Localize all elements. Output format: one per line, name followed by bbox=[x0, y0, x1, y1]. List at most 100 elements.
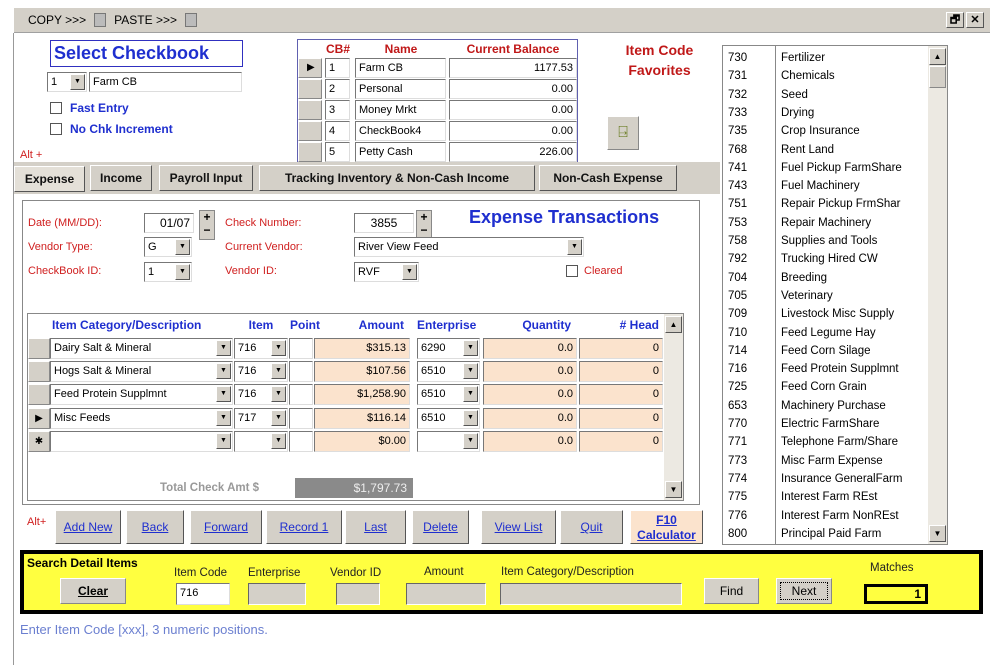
category-select[interactable]: Misc Feeds ▼ bbox=[50, 407, 233, 429]
item-select[interactable]: 716 ▼ bbox=[234, 384, 288, 406]
enterprise-select[interactable]: 6510 ▼ bbox=[417, 407, 480, 429]
cb-name[interactable]: Petty Cash bbox=[355, 142, 446, 162]
favorite-item[interactable]: 716 Feed Protein Supplmnt bbox=[723, 360, 928, 378]
favorites-scrollbar[interactable]: ▲ ▼ bbox=[928, 46, 947, 544]
favorite-item[interactable]: 743 Fuel Machinery bbox=[723, 177, 928, 195]
row-selector[interactable]: ▶ bbox=[28, 407, 50, 429]
row-selector[interactable] bbox=[28, 361, 50, 383]
cb-balance[interactable]: 0.00 bbox=[449, 121, 577, 141]
row-selector[interactable] bbox=[298, 121, 322, 141]
no-chk-increment-checkbox[interactable] bbox=[50, 123, 62, 135]
enterprise-select[interactable]: ▼ bbox=[417, 430, 480, 452]
check-number-input[interactable]: 3855 bbox=[354, 213, 414, 233]
favorite-item[interactable]: 768 Rent Land bbox=[723, 141, 928, 159]
chevron-down-icon[interactable]: ▼ bbox=[402, 264, 417, 280]
favorite-item[interactable]: 735 Crop Insurance bbox=[723, 122, 928, 140]
chevron-down-icon[interactable]: ▼ bbox=[216, 363, 231, 380]
view-list-button[interactable]: View List bbox=[481, 510, 556, 544]
amount-input[interactable]: $116.14 bbox=[314, 407, 410, 429]
check-number-spinner[interactable]: + − bbox=[416, 210, 432, 240]
item-select[interactable]: 716 ▼ bbox=[234, 338, 288, 359]
chevron-down-icon[interactable]: ▼ bbox=[271, 409, 286, 426]
favorite-item[interactable]: 725 Feed Corn Grain bbox=[723, 378, 928, 396]
cleared-checkbox[interactable] bbox=[566, 265, 578, 277]
quantity-input[interactable]: 0.0 bbox=[483, 338, 577, 359]
amount-input[interactable]: $0.00 bbox=[314, 430, 410, 452]
chevron-down-icon[interactable]: ▼ bbox=[463, 386, 478, 403]
row-selector[interactable] bbox=[28, 338, 50, 359]
cb-balance[interactable]: 0.00 bbox=[449, 79, 577, 99]
restore-button[interactable]: 🗗 bbox=[946, 12, 964, 28]
favorite-item[interactable]: 733 Drying bbox=[723, 104, 928, 122]
favorite-item[interactable]: 773 Misc Farm Expense bbox=[723, 452, 928, 470]
chevron-down-icon[interactable]: ▼ bbox=[271, 386, 286, 403]
clear-button[interactable]: Clear bbox=[60, 578, 126, 604]
cb-name[interactable]: Farm CB bbox=[355, 58, 446, 78]
favorite-item[interactable]: 770 Electric FarmShare bbox=[723, 415, 928, 433]
scroll-up-icon[interactable]: ▲ bbox=[665, 316, 682, 333]
point-input[interactable] bbox=[289, 430, 313, 452]
close-button[interactable]: ✕ bbox=[966, 12, 984, 28]
row-selector[interactable]: ✱ bbox=[28, 430, 50, 452]
favorite-item[interactable]: 731 Chemicals bbox=[723, 67, 928, 85]
fast-entry-checkbox[interactable] bbox=[50, 102, 62, 114]
record-1-button[interactable]: Record 1 bbox=[266, 510, 342, 544]
tab-expense[interactable]: Expense bbox=[14, 166, 85, 192]
scroll-down-icon[interactable]: ▼ bbox=[665, 481, 682, 498]
delete-button[interactable]: Delete bbox=[412, 510, 469, 544]
favorite-item[interactable]: 730 Fertilizer bbox=[723, 49, 928, 67]
vendor-select[interactable]: River View Feed ▼ bbox=[354, 237, 584, 257]
favorite-item[interactable]: 753 Repair Machinery bbox=[723, 214, 928, 232]
enterprise-select[interactable]: 6290 ▼ bbox=[417, 338, 480, 359]
tab-tracking-inventory-non-cash-income[interactable]: Tracking Inventory & Non-Cash Income bbox=[259, 165, 535, 191]
cb-number[interactable]: 2 bbox=[325, 79, 350, 99]
favorite-item[interactable]: 741 Fuel Pickup FarmShare bbox=[723, 159, 928, 177]
quantity-input[interactable]: 0.0 bbox=[483, 361, 577, 383]
amount-input[interactable]: $315.13 bbox=[314, 338, 410, 359]
cb-balance[interactable]: 0.00 bbox=[449, 100, 577, 120]
tab-non-cash-expense[interactable]: Non-Cash Expense bbox=[539, 165, 677, 191]
favorite-item[interactable]: 758 Supplies and Tools bbox=[723, 232, 928, 250]
chevron-down-icon[interactable]: ▼ bbox=[567, 239, 582, 255]
item-select[interactable]: ▼ bbox=[234, 430, 288, 452]
chevron-down-icon[interactable]: ▼ bbox=[463, 363, 478, 380]
cb-name[interactable]: CheckBook4 bbox=[355, 121, 446, 141]
head-input[interactable]: 0 bbox=[579, 384, 663, 406]
description-input[interactable] bbox=[500, 583, 682, 605]
favorite-item[interactable]: 775 Interest Farm REst bbox=[723, 488, 928, 506]
category-select[interactable]: Hogs Salt & Mineral ▼ bbox=[50, 361, 233, 383]
favorite-item[interactable]: 751 Repair Pickup FrmShar bbox=[723, 195, 928, 213]
head-input[interactable]: 0 bbox=[579, 361, 663, 383]
point-input[interactable] bbox=[289, 361, 313, 383]
chevron-down-icon[interactable]: ▼ bbox=[175, 239, 190, 255]
exit-door-icon[interactable]: ⍈ bbox=[607, 116, 639, 150]
favorite-item[interactable]: 800 Principal Paid Farm bbox=[723, 525, 928, 543]
enterprise-input[interactable] bbox=[248, 583, 306, 605]
amount-input[interactable]: $1,258.90 bbox=[314, 384, 410, 406]
point-input[interactable] bbox=[289, 338, 313, 359]
row-selector[interactable] bbox=[298, 142, 322, 162]
next-button[interactable]: Next bbox=[776, 578, 832, 604]
cb-number[interactable]: 5 bbox=[325, 142, 350, 162]
chevron-down-icon[interactable]: ▼ bbox=[216, 386, 231, 403]
item-code-input[interactable]: 716 bbox=[176, 583, 230, 605]
favorite-item[interactable]: 653 Machinery Purchase bbox=[723, 397, 928, 415]
cb-balance[interactable]: 1177.53 bbox=[449, 58, 577, 78]
quit-button[interactable]: Quit bbox=[560, 510, 623, 544]
chevron-down-icon[interactable]: ▼ bbox=[271, 432, 286, 449]
quantity-input[interactable]: 0.0 bbox=[483, 407, 577, 429]
head-input[interactable]: 0 bbox=[579, 407, 663, 429]
vendor-type-select[interactable]: G ▼ bbox=[144, 237, 192, 257]
favorite-item[interactable]: 771 Telephone Farm/Share bbox=[723, 433, 928, 451]
chevron-down-icon[interactable]: ▼ bbox=[271, 340, 286, 356]
tab-income[interactable]: Income bbox=[90, 165, 152, 191]
category-select[interactable]: Dairy Salt & Mineral ▼ bbox=[50, 338, 233, 359]
row-selector[interactable] bbox=[298, 79, 322, 99]
vendor-id-input[interactable] bbox=[336, 583, 380, 605]
paste-icon[interactable] bbox=[184, 13, 197, 27]
amount-input[interactable]: $107.56 bbox=[314, 361, 410, 383]
favorite-item[interactable]: 710 Feed Legume Hay bbox=[723, 324, 928, 342]
row-selector[interactable] bbox=[28, 384, 50, 406]
head-input[interactable]: 0 bbox=[579, 430, 663, 452]
chevron-down-icon[interactable]: ▼ bbox=[216, 432, 231, 449]
